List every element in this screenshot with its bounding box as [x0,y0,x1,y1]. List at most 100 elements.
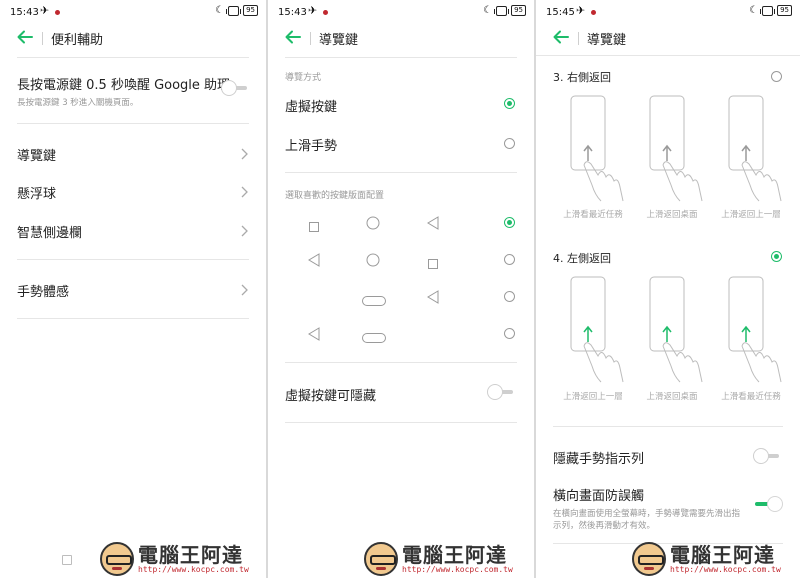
chevron-right-icon [241,148,248,160]
section-label-layout: 選取喜歡的按鍵版面配置 [285,191,385,201]
divider [17,318,249,319]
option-label: 3. 右側返回 [553,71,611,84]
option-right-back[interactable]: 3. 右側返回 [553,69,783,85]
gesture-illustration [568,95,638,203]
setting-label: 橫向畫面防誤觸 [553,489,645,504]
vibrate-icon [760,5,776,16]
back-triangle-icon [427,289,439,308]
radio-virtual-keys[interactable] [504,98,515,109]
watermark-title: 電腦王阿達 [138,542,243,567]
square-key-icon [309,217,319,236]
menu-item-label: 手勢體感 [17,285,70,300]
circle-key-icon [366,215,380,234]
header: 導覽鍵 [536,24,800,56]
menu-item-gestures[interactable]: 手勢體感 [17,281,249,300]
gesture-illustration [647,276,717,384]
airplane-icon: ✈ [40,4,50,17]
watermark-title: 電腦王阿達 [402,542,507,567]
back-arrow-icon[interactable] [284,28,304,48]
setting-description: 在橫向畫面使用全螢幕時，手勢導覽需要先滑出指示列，然後再滑動才有效。 [553,509,741,531]
gesture-illustration [726,95,796,203]
option-label: 虛擬按鍵 [285,100,338,115]
divider [285,422,517,423]
gesture-illustration [647,95,717,203]
radio-left-back[interactable] [771,251,782,262]
menu-item-navigation-keys[interactable]: 導覽鍵 [17,145,249,164]
status-time: 15:45 [546,7,575,18]
back-triangle-icon [308,252,320,271]
divider [17,123,249,124]
status-bar: 15:45 ✈ ☾ 95 [536,0,800,24]
setting-label: 隱藏手勢指示列 [553,452,645,467]
back-arrow-icon[interactable] [552,28,572,48]
chevron-right-icon [241,225,248,237]
power-button-subtitle: 長按電源鍵 3 秒進入關機頁面。 [17,98,139,108]
chevron-right-icon [241,284,248,296]
page-title: 導覽鍵 [319,33,359,48]
setting-landscape-protect[interactable]: 橫向畫面防誤觸 在橫向畫面使用全螢幕時，手勢導覽需要先滑出指示列，然後再滑動才有… [553,485,740,532]
moon-icon: ☾ [483,5,493,16]
menu-item-label: 懸浮球 [17,187,57,202]
radio-swipe-gesture[interactable] [504,138,515,149]
battery-icon: 95 [243,5,258,16]
power-assistant-toggle[interactable] [219,80,249,96]
divider [285,362,517,363]
header-separator [42,32,43,45]
header-separator [310,32,311,45]
divider [285,172,517,173]
header-separator [578,32,579,45]
option-swipe-gesture[interactable]: 上滑手勢 [285,135,517,154]
gesture-caption: 上滑看最近任務 [563,210,623,220]
header: 便利輔助 [0,24,266,56]
menu-item-floating-ball[interactable]: 懸浮球 [17,183,249,202]
airplane-icon: ✈ [576,4,586,17]
setting-hide-indicator[interactable]: 隱藏手勢指示列 [553,448,783,467]
divider [285,57,517,58]
mascot-logo-icon [632,542,666,576]
watermark-title: 電腦王阿達 [670,542,775,567]
divider [553,426,783,427]
power-button-setting[interactable]: 長按電源鍵 0.5 秒喚醒 Google 助理 長按電源鍵 3 秒進入關機頁面。 [17,74,249,108]
moon-icon: ☾ [215,5,225,16]
option-virtual-keys[interactable]: 虛擬按鍵 [285,96,517,115]
vibrate-icon [226,5,242,16]
page-title: 導覽鍵 [587,33,627,48]
hide-indicator-toggle[interactable] [751,448,781,464]
panel-navigation-keys: 15:43 ✈ ☾ 95 導覽鍵 導覽方式 虛擬按鍵 上滑手勢 選取喜歡的按鍵版… [268,0,534,578]
divider [17,57,249,58]
setting-hideable-keys[interactable]: 虛擬按鍵可隱藏 [285,385,517,404]
back-arrow-icon[interactable] [16,28,36,48]
circle-key-icon [366,252,380,271]
watermark: 電腦王阿達 http://www.kocpc.com.tw [364,542,513,576]
pill-home-icon [362,328,386,347]
gesture-caption: 上滑返回桌面 [646,392,698,402]
radio-layout-2[interactable] [504,254,515,265]
status-bar: 15:43 ✈ ☾ 95 [268,0,534,24]
option-left-back[interactable]: 4. 左側返回 [553,250,783,266]
option-label: 上滑手勢 [285,139,338,154]
radio-layout-3[interactable] [504,291,515,302]
radio-right-back[interactable] [771,71,782,82]
option-label: 4. 左側返回 [553,252,611,265]
mascot-logo-icon [364,542,398,576]
watermark-url: http://www.kocpc.com.tw [138,564,249,574]
airplane-icon: ✈ [308,4,318,17]
hideable-keys-toggle[interactable] [485,384,515,400]
panel-accessibility: 15:43 ✈ ☾ 95 便利輔助 長按電源鍵 0.5 秒喚醒 Google 助… [0,0,266,578]
recent-apps-nav-icon[interactable] [62,555,72,565]
watermark-url: http://www.kocpc.com.tw [670,564,781,574]
divider [17,259,249,260]
vibrate-icon [494,5,510,16]
menu-item-smart-sidebar[interactable]: 智慧側邊欄 [17,222,249,241]
chevron-right-icon [241,186,248,198]
pill-home-icon [362,291,386,310]
radio-layout-4[interactable] [504,328,515,339]
setting-label: 虛擬按鍵可隱藏 [285,389,377,404]
gesture-illustration [568,276,638,384]
divider [536,55,800,56]
landscape-protect-toggle[interactable] [753,496,783,512]
gesture-caption: 上滑看最近任務 [721,392,781,402]
status-time: 15:43 [278,7,307,18]
moon-icon: ☾ [749,5,759,16]
radio-layout-1[interactable] [504,217,515,228]
